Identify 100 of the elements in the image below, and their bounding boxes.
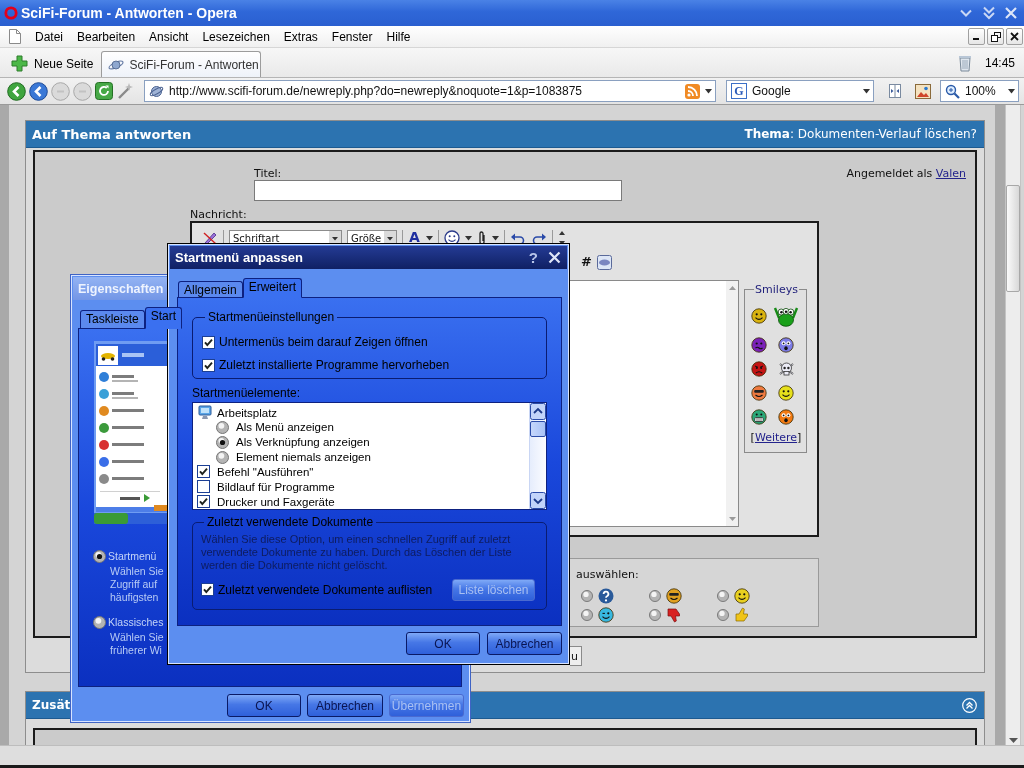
group-title: Startmenüeinstellungen (207, 310, 336, 324)
scrollbar-thumb[interactable] (1006, 185, 1020, 292)
checkbox-label: Zuletzt verwendete Dokumente auflisten (218, 582, 433, 597)
computer-icon (198, 405, 212, 420)
menu-item[interactable]: Bearbeiten (70, 27, 143, 46)
menu-item[interactable]: Hilfe (379, 27, 418, 46)
checkbox[interactable] (202, 335, 215, 349)
hash-button[interactable]: # (581, 254, 592, 270)
form-button[interactable]: u (570, 646, 582, 666)
menu-item[interactable]: Extras (276, 27, 325, 46)
dialog-tab[interactable]: Taskleiste (80, 310, 145, 328)
radio-button[interactable] (717, 589, 729, 602)
list-label: Startmenüelemente: (192, 386, 301, 400)
close-button[interactable] (1006, 28, 1023, 45)
radio-button[interactable] (216, 435, 229, 449)
radio-label: Klassisches (108, 616, 164, 628)
dialog-button[interactable]: Abbrechen (487, 632, 562, 655)
dialog-button[interactable]: OK (406, 632, 480, 655)
close-icon[interactable] (548, 251, 561, 264)
confused-smiley-icon (751, 337, 767, 353)
cool-smiley-icon (751, 385, 767, 401)
scroll-down-icon[interactable] (530, 492, 546, 509)
question-icon (598, 587, 614, 604)
smileys-title: Smileys (754, 283, 799, 296)
search-field[interactable]: G Google (726, 80, 874, 102)
zoom-field[interactable]: 100% (940, 80, 1019, 102)
description-text: Wählen Sie (110, 565, 164, 578)
caret-icon[interactable] (1008, 88, 1015, 94)
logo-icon (4, 6, 18, 20)
radio-button[interactable] (717, 608, 729, 621)
search-engine-logo: G (731, 83, 747, 99)
list-item-label: Befehl "Ausführen" (217, 465, 314, 478)
radio-button[interactable] (649, 608, 661, 621)
checkbox[interactable] (197, 480, 210, 494)
field-label: Titel: (254, 167, 282, 180)
wand-icon[interactable] (116, 82, 134, 100)
zoom-icon (945, 83, 960, 99)
paperclip-icon[interactable] (476, 230, 487, 246)
caret-icon[interactable] (863, 88, 870, 94)
split-view-icon[interactable] (889, 84, 901, 98)
page-icon[interactable] (8, 28, 22, 45)
dialog-title: Eigenschaften (78, 281, 164, 296)
description-text: Wählen Sie (110, 631, 164, 644)
double-chevron-up-icon[interactable] (962, 697, 977, 713)
post-icon-label: auswählen: (576, 568, 639, 581)
more-smileys-link[interactable]: Weitere (754, 430, 798, 444)
caret-icon[interactable] (425, 235, 433, 241)
user-link[interactable]: Valen (935, 167, 966, 180)
browser-tab[interactable]: SciFi-Forum - Antworten (101, 51, 262, 77)
dialog-tab[interactable]: Erweitert (242, 278, 303, 298)
description-text: Wählen Sie diese Option, um einen schnellen Zugriff auf zuletzt verwendete Dokumente zu haben. Durch das Löschen der Liste werden die Dokumente nicht gelöscht. (201, 532, 513, 572)
checkbox[interactable] (197, 495, 210, 509)
description-text: häufigsten (110, 591, 159, 604)
scroll-down-icon[interactable] (1008, 738, 1018, 743)
minimize-button[interactable] (968, 28, 985, 45)
thumbs-up-icon (734, 606, 750, 623)
bracket-text: [ (750, 430, 755, 444)
checkbox[interactable] (202, 358, 215, 372)
scrollbar-thumb[interactable] (530, 421, 546, 437)
checkbox[interactable] (197, 465, 210, 479)
caret-icon[interactable] (705, 88, 712, 94)
checkbox-label: Untermenüs beim darauf Zeigen öffnen (219, 335, 428, 349)
menu-item[interactable]: Ansicht (142, 27, 196, 46)
help-button[interactable]: ? (528, 248, 538, 267)
menu-item[interactable]: Datei (28, 27, 70, 46)
dialog-tab[interactable]: Allgemein (178, 281, 243, 297)
menu-item[interactable]: Fenster (324, 27, 380, 46)
title-field[interactable] (254, 180, 622, 201)
scroll-up-icon[interactable] (530, 403, 546, 420)
shocked-smiley-icon (778, 409, 794, 425)
radio-button[interactable] (649, 589, 661, 602)
list-item-label: Element niemals anzeigen (236, 451, 371, 464)
grin-smiley-icon (751, 409, 767, 425)
radio-button[interactable] (93, 615, 106, 629)
dialog-tab[interactable]: Start (144, 307, 183, 329)
double-chevron-down-icon[interactable] (981, 5, 997, 21)
radio-button[interactable] (216, 420, 229, 434)
php-icon[interactable] (596, 254, 612, 270)
caret-icon[interactable] (464, 235, 472, 241)
menu-item[interactable]: Lesezeichen (195, 27, 277, 46)
radio-button[interactable] (581, 589, 593, 602)
up-down-arrows-icon[interactable] (557, 230, 566, 246)
reload-icon[interactable] (95, 82, 113, 100)
checkbox-label: Zuletzt installierte Programme hervorheben (219, 358, 450, 372)
trash-icon[interactable] (957, 53, 972, 72)
dialog-title: Startmenü anpassen (175, 250, 303, 265)
dialog-button[interactable]: OK (227, 694, 301, 717)
caret-icon[interactable] (491, 235, 499, 241)
new-tab-button[interactable]: Neue Seite (8, 50, 97, 77)
radio-button[interactable] (216, 450, 229, 464)
radio-button[interactable] (581, 608, 593, 621)
address-field[interactable]: http://www.scifi-forum.de/newreply.php?do=newreply&noquote=1&p=1083875 (144, 80, 716, 102)
checkbox[interactable] (201, 583, 214, 596)
restore-button[interactable] (987, 28, 1004, 45)
plus-icon (11, 55, 28, 72)
image-icon[interactable] (915, 83, 931, 99)
field-label: Nachricht: (190, 208, 247, 221)
radio-button[interactable] (93, 549, 106, 563)
frog-icon (773, 305, 799, 327)
dialog-button[interactable]: Abbrechen (307, 694, 383, 717)
